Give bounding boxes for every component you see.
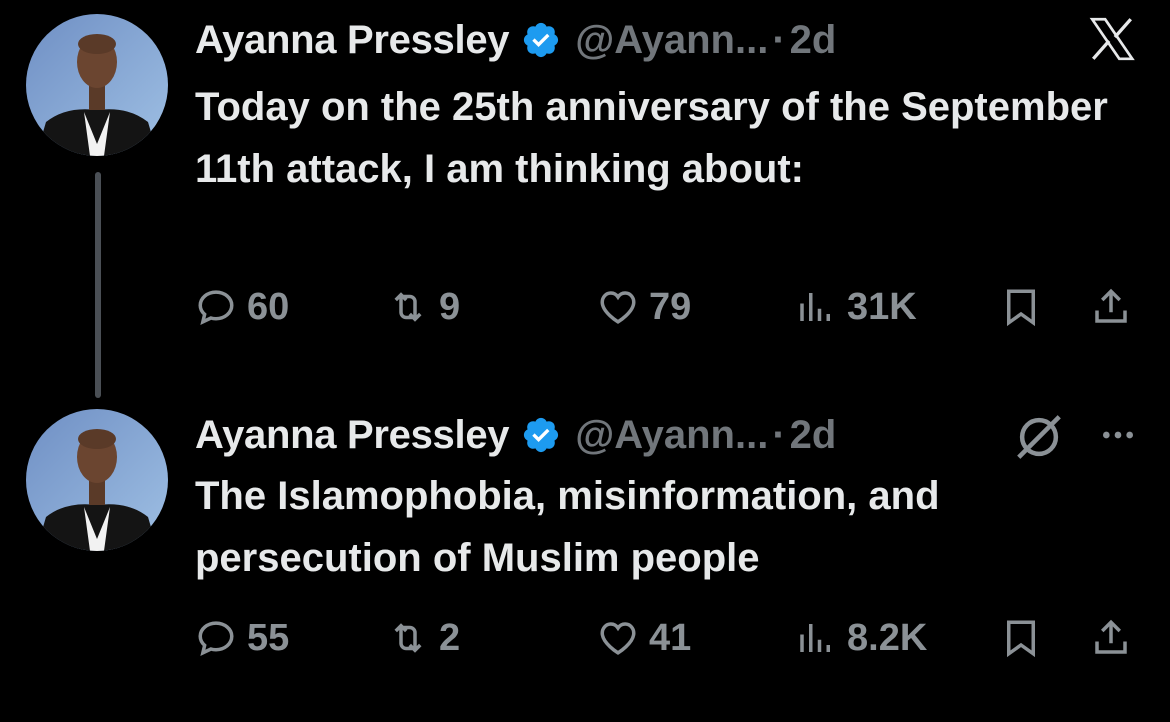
verified-badge-icon [521, 20, 561, 60]
author-name[interactable]: Ayanna Pressley [195, 413, 510, 458]
reply-icon [198, 290, 234, 326]
avatar[interactable] [26, 14, 168, 156]
tweet-1[interactable]: Ayanna Pressley @Ayann... · 2d Today on … [0, 0, 1170, 380]
share-icon [1095, 619, 1127, 654]
tweet-text: Today on the 25th anniversary of the Sep… [195, 85, 1108, 191]
reply-button[interactable]: 60 [195, 282, 289, 332]
author-name[interactable]: Ayanna Pressley [195, 18, 510, 63]
like-count: 41 [649, 616, 692, 659]
views-button[interactable]: 8.2K [795, 613, 927, 663]
tweet-header: Ayanna Pressley @Ayann... · 2d [195, 409, 836, 461]
author-handle[interactable]: @Ayann... [575, 413, 768, 458]
timestamp[interactable]: 2d [790, 18, 837, 63]
heart-icon [600, 291, 636, 324]
separator-dot: · [772, 412, 786, 457]
x-logo-icon[interactable] [1086, 14, 1138, 64]
tweet-actions: 55 2 41 8.2K [195, 613, 1140, 663]
repost-icon [394, 623, 422, 653]
separator-dot: · [772, 17, 786, 62]
timestamp[interactable]: 2d [790, 413, 837, 458]
views-count: 31K [847, 285, 917, 328]
reply-button[interactable]: 55 [195, 613, 289, 663]
bookmark-icon [1007, 620, 1035, 658]
repost-count: 2 [439, 616, 461, 659]
views-button[interactable]: 31K [795, 282, 917, 332]
reply-count: 60 [247, 285, 290, 328]
like-button[interactable]: 79 [597, 282, 691, 332]
tweet-2[interactable]: Ayanna Pressley @Ayann... · 2d The Islam… [0, 395, 1170, 722]
views-icon [800, 293, 830, 321]
bookmark-button[interactable] [1000, 282, 1042, 332]
grok-icon[interactable] [1012, 410, 1066, 464]
repost-icon [394, 292, 422, 322]
share-button[interactable] [1090, 613, 1132, 663]
views-count: 8.2K [847, 616, 928, 659]
repost-button[interactable]: 9 [387, 282, 460, 332]
more-icon[interactable] [1096, 415, 1140, 455]
verified-badge-icon [521, 415, 561, 455]
bookmark-button[interactable] [1000, 613, 1042, 663]
reply-icon [198, 621, 234, 657]
avatar[interactable] [26, 409, 168, 551]
tweet-header: Ayanna Pressley @Ayann... · 2d [195, 14, 836, 66]
author-handle[interactable]: @Ayann... [575, 18, 768, 63]
share-button[interactable] [1090, 282, 1132, 332]
like-count: 79 [649, 285, 692, 328]
like-button[interactable]: 41 [597, 613, 691, 663]
bookmark-icon [1007, 289, 1035, 327]
tweet-actions: 60 9 79 31K [195, 282, 1140, 332]
repost-count: 9 [439, 285, 461, 328]
heart-icon [600, 622, 636, 655]
repost-button[interactable]: 2 [387, 613, 460, 663]
views-icon [800, 624, 830, 652]
reply-count: 55 [247, 616, 290, 659]
tweet-text: The Islamophobia, misinformation, and pe… [195, 474, 940, 580]
share-icon [1095, 288, 1127, 323]
